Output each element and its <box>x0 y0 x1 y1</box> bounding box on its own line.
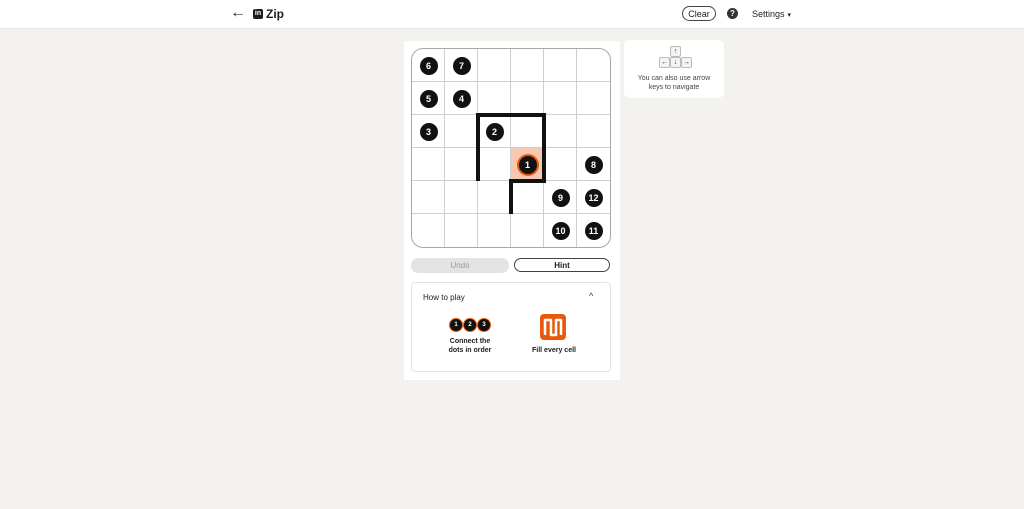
mini-dot: 3 <box>478 319 490 331</box>
board-cell[interactable] <box>544 49 577 82</box>
how-to-play-title: How to play <box>423 293 465 302</box>
board-cell[interactable] <box>478 148 511 181</box>
game-title: Zip <box>266 7 284 21</box>
how-to-play-card: How to play ^ 1 2 3 Connect the dots in … <box>411 282 611 372</box>
board-cell[interactable] <box>511 181 544 214</box>
board-cell[interactable] <box>544 148 577 181</box>
settings-label: Settings <box>752 9 785 19</box>
board-cell[interactable] <box>577 82 610 115</box>
number-dot[interactable]: 5 <box>419 89 438 108</box>
zip-board[interactable]: 6 7 5 4 3 2 1 8 9 12 10 11 <box>411 48 611 248</box>
board-cell[interactable] <box>412 181 445 214</box>
clear-button[interactable]: Clear <box>682 6 716 21</box>
board-cell[interactable] <box>544 82 577 115</box>
fill-every-cell-icon <box>540 314 566 340</box>
board-cell[interactable] <box>511 115 544 148</box>
connect-caption: Connect the dots in order <box>448 338 492 354</box>
path-segment <box>542 113 546 183</box>
chevron-up-icon[interactable]: ^ <box>589 291 593 301</box>
number-dot[interactable]: 7 <box>452 56 471 75</box>
help-icon[interactable]: ? <box>727 8 738 19</box>
number-dot[interactable]: 10 <box>551 221 570 240</box>
board-cell[interactable] <box>445 115 478 148</box>
back-arrow-icon[interactable]: ← <box>230 5 246 21</box>
top-bar: ← in Zip Clear ? Settings ▾ <box>0 0 1024 29</box>
arrow-left-key-icon: ← <box>659 57 670 68</box>
board-cell[interactable] <box>412 214 445 247</box>
hint-button[interactable]: Hint <box>514 258 610 272</box>
keyboard-tip-text: You can also use arrow keys to navigate <box>637 75 711 91</box>
board-cell[interactable] <box>478 214 511 247</box>
board-cell[interactable] <box>478 82 511 115</box>
number-dot[interactable]: 11 <box>584 221 603 240</box>
path-segment <box>476 113 546 117</box>
undo-button[interactable]: Undo <box>411 258 509 273</box>
board-cell[interactable] <box>577 115 610 148</box>
board-cell[interactable] <box>511 214 544 247</box>
board-cell[interactable] <box>511 82 544 115</box>
board-cell[interactable] <box>478 49 511 82</box>
keyboard-tip-card: ↑ ← ↓ → You can also use arrow keys to n… <box>624 40 724 98</box>
board-cell[interactable] <box>412 148 445 181</box>
number-dot[interactable]: 9 <box>551 188 570 207</box>
arrow-right-key-icon: → <box>681 57 692 68</box>
board-cell[interactable] <box>544 115 577 148</box>
board-cell[interactable] <box>445 181 478 214</box>
mini-dots-illustration: 1 2 3 <box>450 319 492 333</box>
arrow-up-key-icon: ↑ <box>670 46 681 57</box>
caret-down-icon: ▾ <box>787 12 792 19</box>
mini-dot: 2 <box>464 319 476 331</box>
path-segment <box>509 179 513 214</box>
arrow-down-key-icon: ↓ <box>670 57 681 68</box>
number-dot[interactable]: 2 <box>485 122 504 141</box>
number-dot[interactable]: 4 <box>452 89 471 108</box>
number-dot[interactable]: 3 <box>419 122 438 141</box>
path-segment <box>476 113 480 181</box>
board-cell[interactable] <box>511 49 544 82</box>
number-dot[interactable]: 12 <box>584 188 603 207</box>
arrow-keys-icon: ↑ ← ↓ → <box>659 46 692 68</box>
number-dot[interactable]: 1 <box>518 155 537 174</box>
board-cell[interactable] <box>478 181 511 214</box>
path-segment <box>509 179 546 183</box>
settings-menu[interactable]: Settings ▾ <box>752 9 791 19</box>
number-dot[interactable]: 6 <box>419 56 438 75</box>
linkedin-logo-icon: in <box>253 9 263 19</box>
board-cell[interactable] <box>445 148 478 181</box>
mini-dot: 1 <box>450 319 462 331</box>
board-cell[interactable] <box>445 214 478 247</box>
number-dot[interactable]: 8 <box>584 155 603 174</box>
board-cell[interactable] <box>577 49 610 82</box>
fill-caption: Fill every cell <box>532 347 576 354</box>
